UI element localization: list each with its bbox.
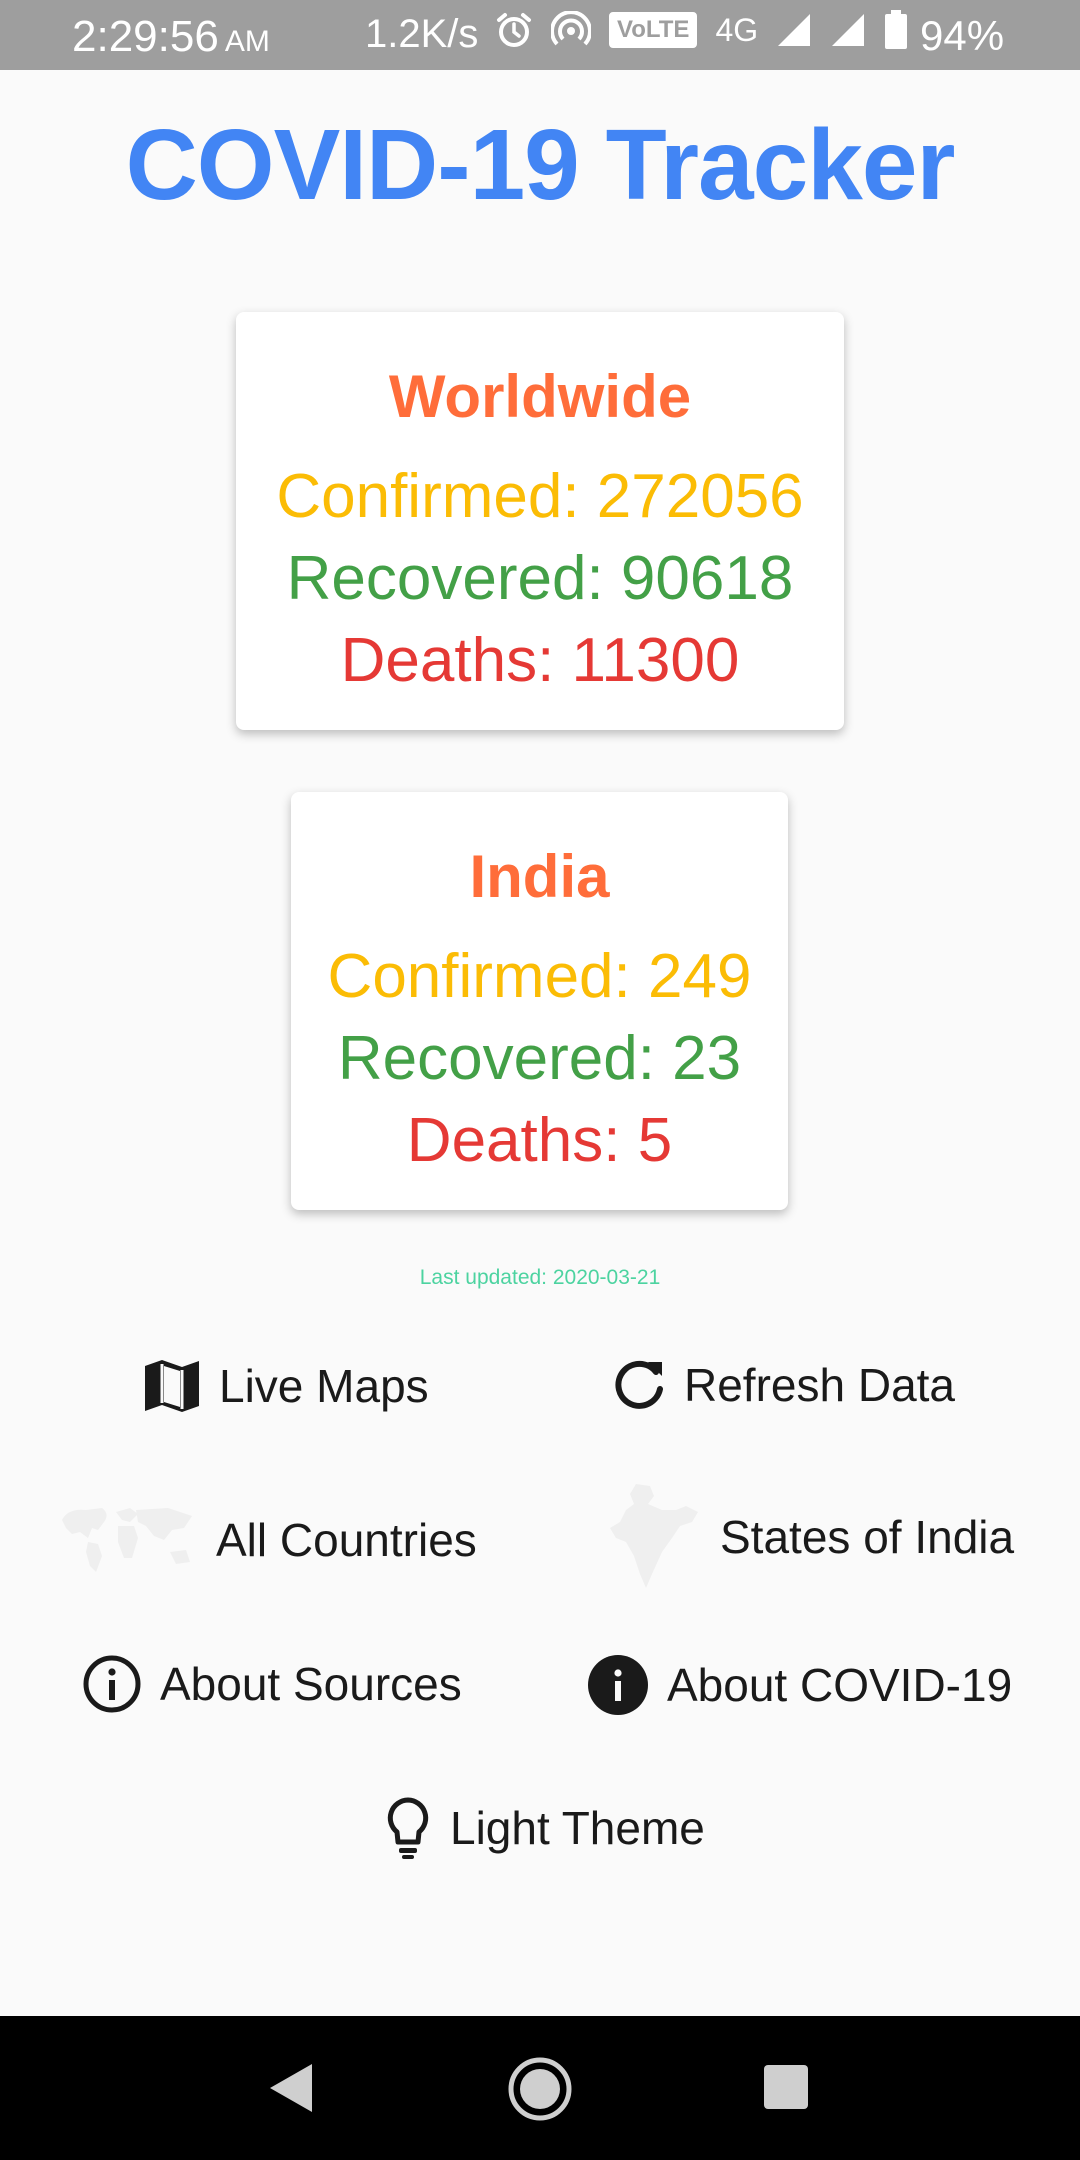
worldwide-deaths: Deaths: 11300 bbox=[340, 626, 740, 695]
live-maps-label: Live Maps bbox=[219, 1360, 429, 1412]
map-icon bbox=[143, 1358, 201, 1414]
light-theme-button[interactable]: Light Theme bbox=[384, 1796, 705, 1860]
about-sources-button[interactable]: About Sources bbox=[82, 1654, 462, 1714]
network-speed: 1.2K/s bbox=[365, 12, 479, 56]
status-time-value: 2:29:56 bbox=[72, 12, 219, 61]
alarm-icon bbox=[495, 11, 533, 49]
world-map-icon bbox=[58, 1500, 198, 1580]
info-filled-icon bbox=[587, 1654, 649, 1716]
worldwide-title: Worldwide bbox=[388, 363, 692, 430]
all-countries-button[interactable]: All Countries bbox=[58, 1500, 477, 1580]
refresh-icon bbox=[612, 1358, 666, 1412]
recents-square-icon bbox=[764, 2065, 808, 2109]
back-triangle-icon bbox=[270, 2064, 312, 2112]
all-countries-label: All Countries bbox=[216, 1514, 477, 1566]
about-covid-button[interactable]: About COVID-19 bbox=[587, 1654, 1012, 1716]
volte-badge: VoLTE bbox=[609, 12, 698, 48]
lightbulb-icon bbox=[384, 1796, 432, 1860]
india-deaths: Deaths: 5 bbox=[406, 1106, 673, 1175]
worldwide-recovered: Recovered: 90618 bbox=[286, 544, 794, 613]
india-title: India bbox=[469, 843, 610, 910]
status-bar: 2:29:56 AM 1.2K/s VoLTE 4G 94% bbox=[0, 0, 1080, 70]
status-time: 2:29:56 AM bbox=[72, 12, 270, 62]
navigation-bar bbox=[0, 2016, 1080, 2160]
refresh-data-label: Refresh Data bbox=[684, 1359, 956, 1411]
app-title: COVID-19 Tracker bbox=[125, 109, 956, 221]
signal-icon-2 bbox=[830, 12, 866, 48]
battery-percent: 94% bbox=[920, 12, 1005, 59]
live-maps-button[interactable]: Live Maps bbox=[143, 1358, 429, 1414]
battery-icon bbox=[884, 10, 908, 50]
signal-icon bbox=[776, 12, 812, 48]
home-circle-icon bbox=[508, 2057, 572, 2121]
status-icons: VoLTE 4G bbox=[495, 10, 908, 50]
last-updated: Last updated: 2020-03-21 bbox=[419, 1266, 661, 1289]
states-of-india-button[interactable]: States of India bbox=[606, 1482, 1014, 1592]
hotspot-icon bbox=[551, 11, 591, 49]
back-button[interactable] bbox=[268, 2062, 314, 2119]
worldwide-confirmed: Confirmed: 272056 bbox=[276, 462, 804, 531]
refresh-data-button[interactable]: Refresh Data bbox=[612, 1358, 955, 1412]
states-of-india-label: States of India bbox=[720, 1511, 1015, 1563]
status-time-ampm: AM bbox=[224, 25, 270, 58]
light-theme-label: Light Theme bbox=[450, 1802, 705, 1854]
india-card: India Confirmed: 249 Recovered: 23 Death… bbox=[291, 792, 788, 1210]
info-outline-icon bbox=[82, 1654, 142, 1714]
india-confirmed: Confirmed: 249 bbox=[327, 942, 752, 1011]
home-button[interactable] bbox=[507, 2056, 573, 2127]
about-covid-label: About COVID-19 bbox=[667, 1659, 1013, 1711]
network-type: 4G bbox=[715, 11, 759, 48]
about-sources-label: About Sources bbox=[160, 1658, 462, 1710]
recents-button[interactable] bbox=[763, 2064, 809, 2115]
india-recovered: Recovered: 23 bbox=[337, 1024, 742, 1093]
worldwide-card: Worldwide Confirmed: 272056 Recovered: 9… bbox=[236, 312, 844, 730]
india-map-icon bbox=[606, 1482, 702, 1592]
